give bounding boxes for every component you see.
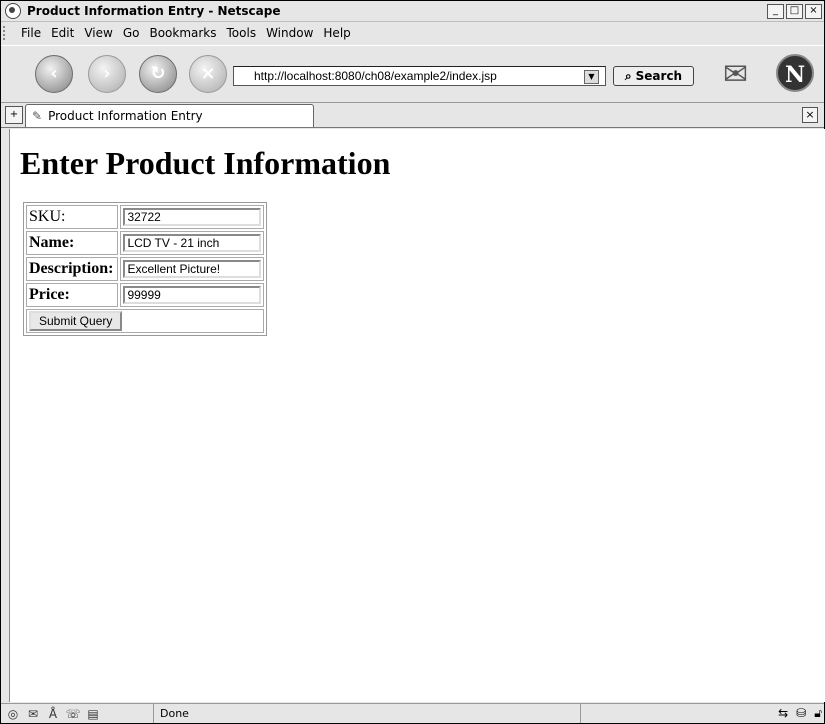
sku-label: SKU: (26, 205, 119, 229)
price-field[interactable] (123, 286, 262, 304)
sku-cell (120, 205, 265, 229)
search-button-label: Search (635, 69, 683, 83)
composer-icon[interactable]: Å (45, 707, 61, 721)
table-row: Description: (26, 257, 265, 281)
tab-bar: + ✎ Product Information Entry × (1, 102, 824, 128)
close-tab-icon[interactable]: × (802, 107, 818, 123)
browser-window: Product Information Entry - Netscape _ □… (0, 0, 825, 724)
netscape-logo-icon[interactable]: N (776, 54, 814, 92)
menu-help[interactable]: Help (323, 26, 350, 40)
table-row: Submit Query (26, 309, 265, 333)
status-indicators: ⇆ ⛁ 🔓︎ (778, 706, 822, 721)
window-controls: _ □ × (767, 4, 822, 19)
description-label: Description: (26, 257, 119, 281)
menu-tools[interactable]: Tools (227, 26, 257, 40)
name-field[interactable] (123, 234, 262, 252)
menu-bookmarks[interactable]: Bookmarks (149, 26, 216, 40)
description-field[interactable] (123, 260, 262, 278)
address-book-icon[interactable]: ▤ (85, 707, 101, 721)
table-row: SKU: (26, 205, 265, 229)
status-text: Done (153, 704, 581, 723)
table-row: Name: (26, 231, 265, 255)
menu-file[interactable]: File (21, 26, 41, 40)
toolbar-grip-icon[interactable] (3, 26, 11, 40)
menu-bar: File Edit View Go Bookmarks Tools Window… (1, 22, 824, 44)
submit-cell: Submit Query (26, 309, 265, 333)
popup-blocker-icon[interactable]: ⛁ (796, 706, 806, 721)
page-icon: ✎ (32, 109, 43, 123)
back-arrow-icon: ‹ (50, 63, 58, 84)
reload-button[interactable]: ↻ (139, 55, 177, 93)
price-label: Price: (26, 283, 119, 307)
url-dropdown-icon[interactable]: ▼ (584, 70, 599, 84)
reload-icon: ↻ (150, 63, 166, 84)
menu-view[interactable]: View (84, 26, 112, 40)
forward-button[interactable]: › (88, 55, 126, 93)
table-row: Price: (26, 283, 265, 307)
search-button[interactable]: ⌕ Search (613, 66, 694, 86)
navigator-icon[interactable]: ◎ (5, 707, 21, 721)
forward-arrow-icon: › (103, 63, 111, 84)
mail-icon[interactable]: ✉ (723, 58, 763, 92)
maximize-button[interactable]: □ (786, 4, 803, 19)
navigation-toolbar: ‹ › ↻ × http://localhost:8080/ch08/examp… (1, 45, 824, 103)
search-icon: ⌕ (624, 68, 632, 83)
menu-go[interactable]: Go (123, 26, 140, 40)
close-window-button[interactable]: × (805, 4, 822, 19)
page-content: Enter Product Information SKU: Name: Des… (9, 129, 825, 702)
online-status-icon[interactable]: ⇆ (778, 706, 788, 721)
description-cell (120, 257, 265, 281)
page-heading: Enter Product Information (20, 145, 391, 181)
tab-label: Product Information Entry (48, 109, 203, 123)
stop-button[interactable]: × (189, 55, 227, 93)
submit-query-button[interactable]: Submit Query (29, 311, 123, 331)
chat-icon[interactable]: ☏ (65, 707, 81, 721)
netscape-app-icon[interactable] (5, 3, 21, 19)
minimize-button[interactable]: _ (767, 4, 784, 19)
stop-icon: × (200, 63, 216, 84)
url-text: http://localhost:8080/ch08/example2/inde… (254, 69, 497, 83)
security-lock-icon[interactable]: 🔓︎ (814, 706, 822, 721)
window-title: Product Information Entry - Netscape (27, 4, 281, 18)
name-cell (120, 231, 265, 255)
mail-status-icon[interactable]: ✉ (25, 707, 41, 721)
price-cell (120, 283, 265, 307)
url-input[interactable]: http://localhost:8080/ch08/example2/inde… (233, 66, 606, 86)
title-bar: Product Information Entry - Netscape _ □… (1, 1, 824, 22)
product-form-table: SKU: Name: Description: Price: Submit Qu… (23, 202, 268, 336)
menu-edit[interactable]: Edit (51, 26, 74, 40)
name-label: Name: (26, 231, 119, 255)
status-bar: ◎ ✉ Å ☏ ▤ Done ⇆ ⛁ 🔓︎ (1, 703, 824, 724)
tab-product-information[interactable]: ✎ Product Information Entry (25, 104, 314, 127)
sku-field[interactable] (123, 208, 262, 226)
menu-window[interactable]: Window (266, 26, 313, 40)
back-button[interactable]: ‹ (35, 55, 73, 93)
new-tab-icon[interactable]: + (5, 106, 23, 124)
